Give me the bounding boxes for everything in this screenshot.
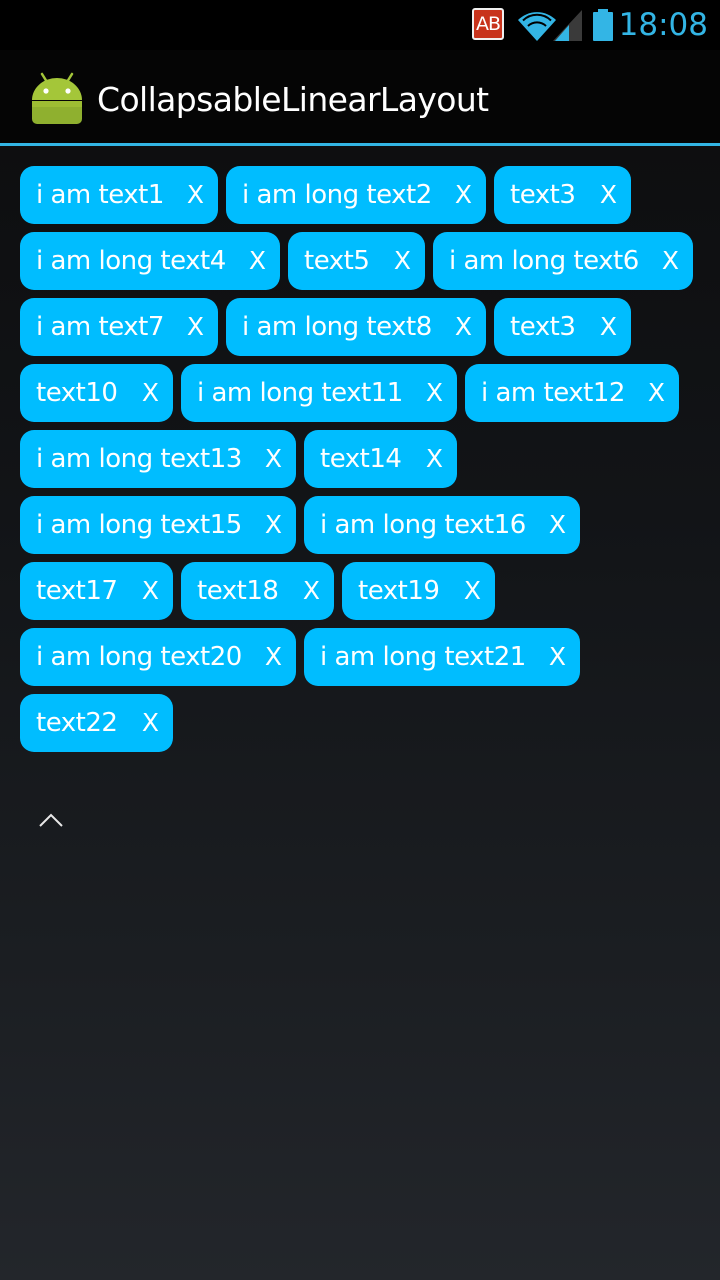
tag-remove-button[interactable]: X xyxy=(414,430,443,488)
ab-notification-icon: AB xyxy=(472,8,504,40)
tag-chip[interactable]: i am long text21 X xyxy=(304,628,580,686)
collapsable-tag-layout: i am text1 Xi am long text2 Xtext3 Xi am lo… xyxy=(0,146,720,766)
tag-chip[interactable]: i am long text11 X xyxy=(181,364,457,422)
tag-remove-button[interactable]: X xyxy=(253,628,282,686)
tag-remove-button[interactable]: X xyxy=(414,364,443,422)
tag-remove-button[interactable]: X xyxy=(130,364,159,422)
tag-chip[interactable]: text22 X xyxy=(20,694,173,752)
tag-remove-button[interactable]: X xyxy=(537,496,566,554)
tag-label: i am long text13 xyxy=(36,444,242,474)
tag-chip[interactable]: text3 X xyxy=(494,298,631,356)
tag-remove-button[interactable]: X xyxy=(382,232,411,290)
tag-label: i am long text6 xyxy=(449,246,639,276)
tag-remove-button[interactable]: X xyxy=(175,298,204,356)
tag-remove-button[interactable]: X xyxy=(452,562,481,620)
tag-label: text14 xyxy=(320,444,402,474)
tag-label: text3 xyxy=(510,312,576,342)
tag-chip[interactable]: i am long text2 X xyxy=(226,166,486,224)
tag-label: i am long text20 xyxy=(36,642,242,672)
tag-remove-button[interactable]: X xyxy=(175,166,204,224)
tag-chip[interactable]: text17 X xyxy=(20,562,173,620)
tag-remove-button[interactable]: X xyxy=(650,232,679,290)
tag-label: i am long text16 xyxy=(320,510,526,540)
status-bar: AB 18:08 xyxy=(0,0,720,50)
tag-label: text19 xyxy=(358,576,440,606)
tag-remove-button[interactable]: X xyxy=(443,166,472,224)
tag-label: i am text7 xyxy=(36,312,164,342)
tag-chip[interactable]: text19 X xyxy=(342,562,495,620)
clock: 18:08 xyxy=(618,7,708,43)
tag-chip[interactable]: i am long text13 X xyxy=(20,430,296,488)
tag-label: i am text12 xyxy=(481,378,625,408)
android-robot-icon xyxy=(32,72,82,124)
tag-chip[interactable]: i am text7 X xyxy=(20,298,218,356)
tag-chip[interactable]: text14 X xyxy=(304,430,457,488)
tag-remove-button[interactable]: X xyxy=(588,166,617,224)
tag-label: text5 xyxy=(304,246,370,276)
tag-chip[interactable]: i am long text15 X xyxy=(20,496,296,554)
tag-label: text10 xyxy=(36,378,118,408)
tag-chip[interactable]: text18 X xyxy=(181,562,334,620)
tag-remove-button[interactable]: X xyxy=(253,496,282,554)
cell-signal-icon xyxy=(553,10,582,41)
tag-chip[interactable]: i am long text4 X xyxy=(20,232,280,290)
tag-chip[interactable]: i am long text8 X xyxy=(226,298,486,356)
tag-remove-button[interactable]: X xyxy=(130,694,159,752)
tag-remove-button[interactable]: X xyxy=(237,232,266,290)
tag-chip[interactable]: i am text12 X xyxy=(465,364,679,422)
tag-label: i am long text11 xyxy=(197,378,403,408)
battery-icon xyxy=(593,9,613,41)
tag-label: i am long text8 xyxy=(242,312,432,342)
tag-remove-button[interactable]: X xyxy=(291,562,320,620)
tag-chip[interactable]: i am long text6 X xyxy=(433,232,693,290)
tag-label: text17 xyxy=(36,576,118,606)
tag-chip[interactable]: text3 X xyxy=(494,166,631,224)
tag-chip[interactable]: text5 X xyxy=(288,232,425,290)
tag-remove-button[interactable]: X xyxy=(636,364,665,422)
chevron-up-icon[interactable] xyxy=(34,804,68,834)
tag-chip[interactable]: text10 X xyxy=(20,364,173,422)
tag-label: i am long text21 xyxy=(320,642,526,672)
tag-remove-button[interactable]: X xyxy=(588,298,617,356)
tag-label: i am long text2 xyxy=(242,180,432,210)
tag-label: text18 xyxy=(197,576,279,606)
tag-remove-button[interactable]: X xyxy=(130,562,159,620)
tag-label: i am long text15 xyxy=(36,510,242,540)
tag-chip[interactable]: i am long text16 X xyxy=(304,496,580,554)
tag-remove-button[interactable]: X xyxy=(253,430,282,488)
tag-remove-button[interactable]: X xyxy=(443,298,472,356)
app-title: CollapsableLinearLayout xyxy=(97,80,489,119)
tag-chip[interactable]: i am long text20 X xyxy=(20,628,296,686)
tag-label: i am long text4 xyxy=(36,246,226,276)
tag-label: text22 xyxy=(36,708,118,738)
tag-label: i am text1 xyxy=(36,180,164,210)
tag-chip[interactable]: i am text1 X xyxy=(20,166,218,224)
tag-label: text3 xyxy=(510,180,576,210)
tag-remove-button[interactable]: X xyxy=(537,628,566,686)
